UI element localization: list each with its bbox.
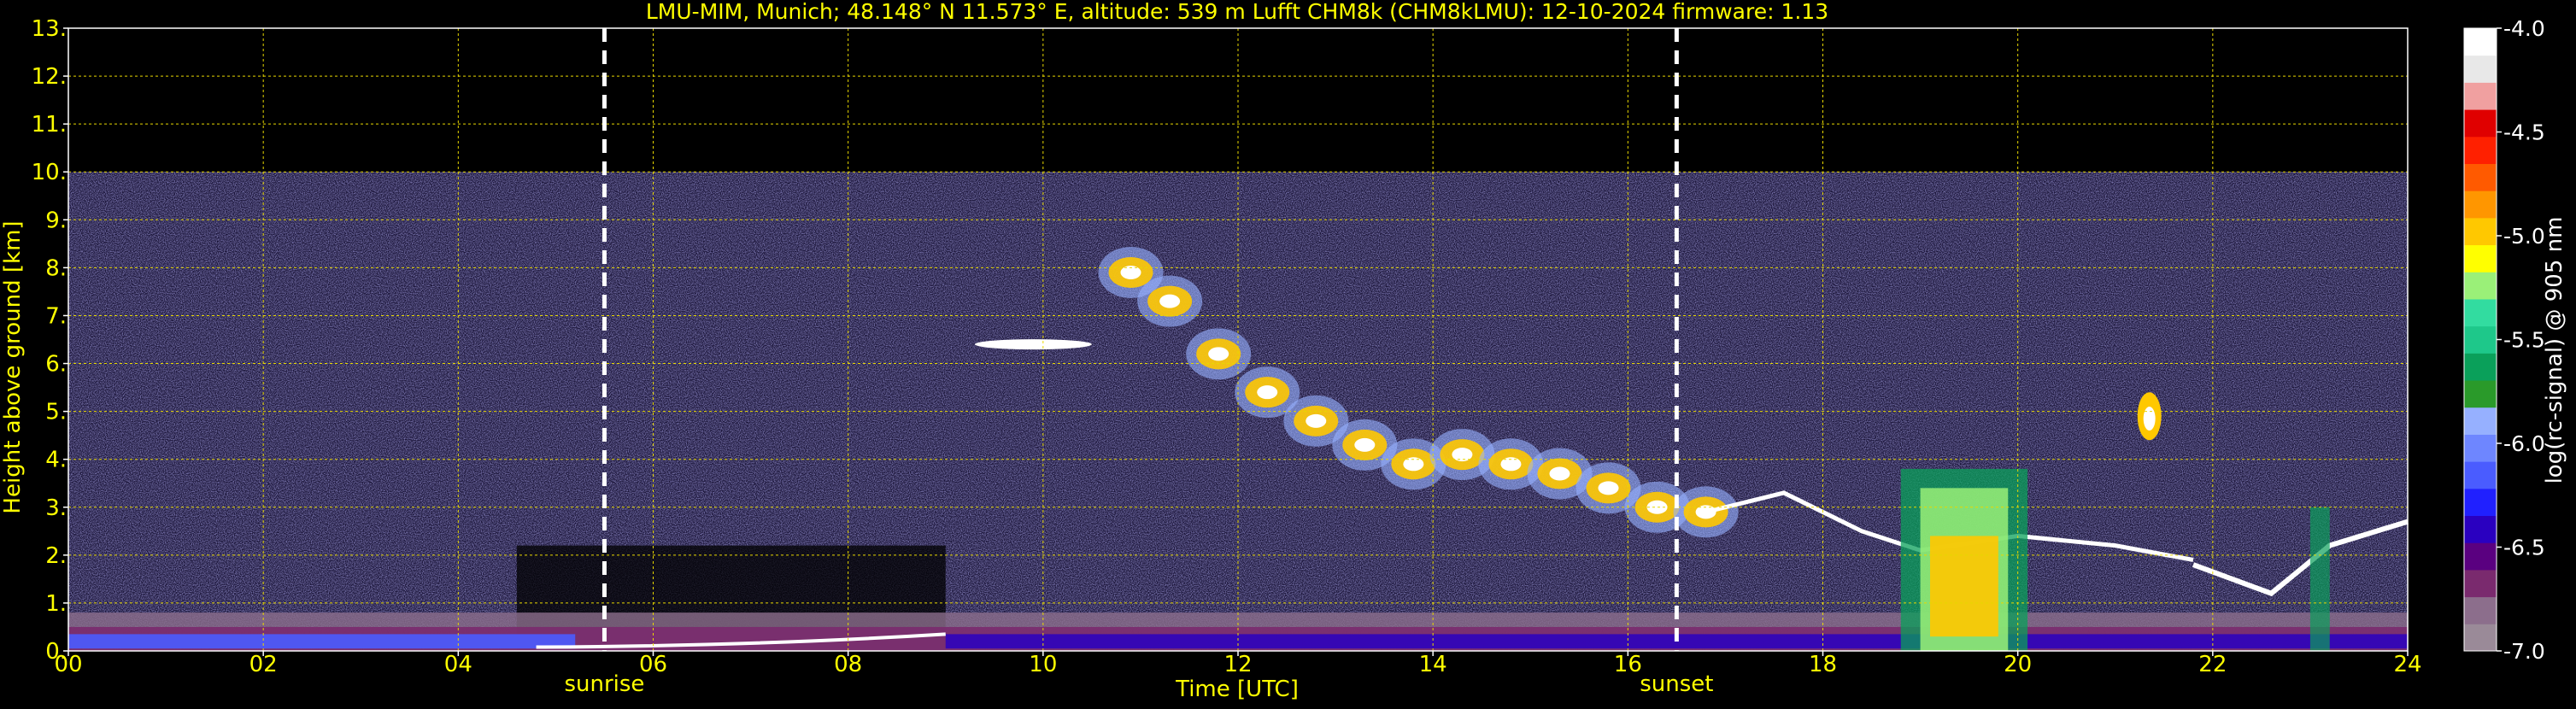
colorbar-tick-label: -7.0 (2503, 639, 2545, 664)
colorbar-swatch (2464, 624, 2497, 652)
colorbar-swatch (2464, 353, 2497, 381)
precip-core (1929, 536, 1998, 637)
colorbar-tick-label: -4.5 (2503, 120, 2545, 145)
colorbar-swatch (2464, 407, 2497, 435)
colorbar-swatch (2464, 596, 2497, 624)
cloud-layer-core (1306, 413, 1327, 428)
event-label-sunset: sunset (1640, 671, 1713, 697)
colorbar-swatch (2464, 325, 2497, 354)
y-tick-label: 11. (32, 112, 67, 138)
x-tick-label: 12 (1223, 652, 1252, 677)
cloud-layer-core (1549, 466, 1570, 481)
x-tick-label: 14 (1419, 652, 1447, 677)
colorbar-swatch (2464, 298, 2497, 327)
x-tick-label: 24 (2393, 652, 2421, 677)
x-tick-label: 22 (2198, 652, 2227, 677)
y-tick-label: 4. (45, 448, 67, 473)
cloud-6km (974, 339, 1092, 350)
chart-title: LMU-MIM, Munich; 48.148° N 11.573° E, al… (646, 0, 1828, 24)
colorbar-tick-label: -6.0 (2503, 431, 2545, 456)
colorbar-swatch (2464, 82, 2497, 110)
cloud-5km-core (2143, 407, 2156, 431)
colorbar-swatch (2464, 569, 2497, 598)
y-tick-label: 0. (45, 639, 67, 665)
plot-area (67, 27, 2409, 652)
cloud-layer-core (1354, 437, 1376, 452)
colorbar-swatches (2464, 28, 2497, 652)
cloud-layer-core (1159, 294, 1181, 308)
x-tick-label: 02 (249, 652, 278, 677)
ceilometer-chart: sunrise sunset 00 02 04 06 08 10 12 14 16 18 20 22 24 … (0, 0, 2576, 706)
y-tick-label: 6. (45, 352, 67, 378)
colorbar-swatch (2464, 28, 2497, 56)
colorbar-swatch (2464, 461, 2497, 489)
colorbar-swatch (2464, 136, 2497, 164)
colorbar-swatch (2464, 542, 2497, 571)
colorbar-swatch (2464, 434, 2497, 462)
colorbar-swatch (2464, 190, 2497, 219)
boundary-layer-night (68, 634, 576, 649)
y-tick-label: 5. (45, 400, 67, 425)
colorbar-swatch (2464, 217, 2497, 246)
event-label-sunrise: sunrise (564, 671, 644, 697)
chart-svg: sunrise sunset00 02 04 06 08 10 12 14 16 18 20 22 24 … (0, 0, 2576, 706)
late-precip (2309, 507, 2330, 651)
y-tick-label: 13. (32, 16, 67, 42)
x-tick-label: 04 (444, 652, 472, 677)
x-tick-label: 10 (1029, 652, 1057, 677)
colorbar-swatch (2464, 244, 2497, 272)
colorbar-swatch (2464, 488, 2497, 517)
y-axis-label: Height above ground [km] (0, 220, 26, 513)
x-tick-label: 08 (834, 652, 862, 677)
y-tick-label: 10. (32, 160, 67, 185)
colorbar-tick-label: -6.5 (2503, 536, 2545, 560)
y-tick-label: 7. (45, 303, 67, 329)
x-tick-label: 06 (639, 652, 667, 677)
colorbar-swatch (2464, 109, 2497, 138)
colorbar-tick-label: -5.5 (2503, 328, 2545, 353)
colorbar-swatch (2464, 515, 2497, 543)
colorbar-tick-label: -4.0 (2503, 16, 2545, 41)
y-tick-label: 8. (45, 255, 67, 281)
cloud-layer-core (1257, 385, 1278, 400)
cloud-layer-core (1208, 347, 1229, 361)
colorbar-label: log(rc-signal) @ 905 nm (2542, 217, 2567, 484)
x-axis-label: Time [UTC] (1175, 677, 1299, 702)
cloud-layer-core (1598, 481, 1619, 495)
colorbar-swatch (2464, 163, 2497, 191)
colorbar-swatch (2464, 272, 2497, 300)
x-tick-label: 20 (2004, 652, 2032, 677)
y-tick-label: 2. (45, 543, 67, 569)
x-tick-label: 16 (1614, 652, 1642, 677)
y-tick-label: 1. (45, 591, 67, 617)
colorbar-swatch (2464, 380, 2497, 408)
y-tick-label: 9. (45, 208, 67, 233)
x-tick-label: 18 (1809, 652, 1837, 677)
colorbar-tick-label: -5.0 (2503, 224, 2545, 249)
colorbar-swatch (2464, 55, 2497, 83)
y-tick-label: 3. (45, 495, 67, 521)
y-tick-label: 12. (32, 64, 67, 90)
